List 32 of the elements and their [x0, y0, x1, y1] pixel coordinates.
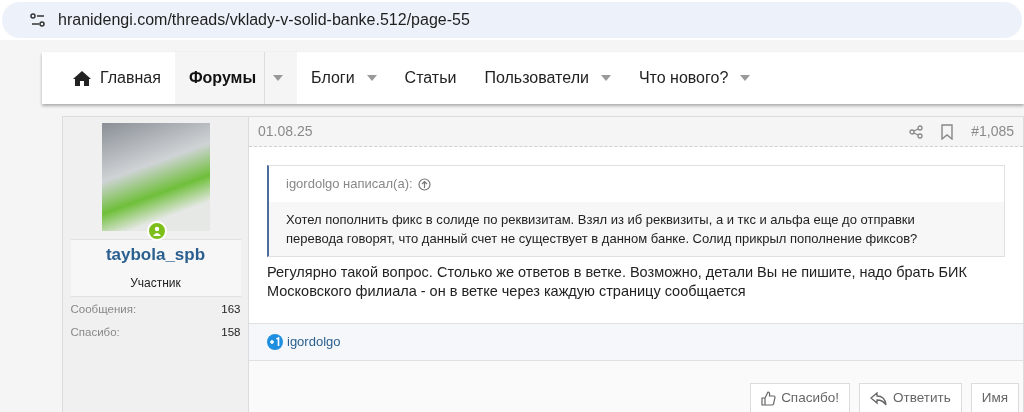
stat-value: 163 — [221, 301, 241, 317]
nav-tab[interactable]: Форумы — [174, 52, 298, 104]
stat-value: 158 — [221, 324, 241, 340]
nav-tab[interactable]: Блоги — [297, 52, 391, 104]
action-button[interactable]: Спасибо! — [750, 383, 850, 412]
nav-tab[interactable]: Пользователи — [470, 52, 625, 104]
caret-icon[interactable] — [600, 75, 611, 81]
nav-tab[interactable]: Главная — [58, 52, 175, 104]
quote-text: Хотел пополнить фикс в солиде по реквизитам. Взял из иб реквизиты, а и ткс и альфа еще до отправки перевода говорят, что данный счет не существует в данном банке. Солид прикрыл пополнение фиксов? — [285, 211, 919, 248]
action-button[interactable]: Ответить — [859, 383, 962, 412]
reaction-user-link[interactable]: igordolgo — [287, 332, 341, 352]
stat-label: Спасибо: — [70, 324, 120, 340]
nav-tab[interactable]: Что нового? — [624, 52, 765, 104]
reply-arrow-icon — [870, 391, 888, 406]
home-icon — [72, 69, 92, 87]
site-settings-icon[interactable] — [30, 13, 46, 27]
action-button[interactable]: Имя — [970, 383, 1019, 412]
username-link[interactable]: taybola_spb — [105, 242, 206, 268]
caret-icon[interactable] — [740, 75, 751, 81]
thumbs-up-icon — [761, 391, 777, 406]
post-body: Регулярно такой вопрос. Столько же ответов в ветке. Возможно, детали Вы не пишите, надо брать БИК Московского филиала - он в ветке через каждую страницу сообщается — [266, 263, 968, 301]
share-icon[interactable] — [909, 124, 924, 139]
nav-tab[interactable]: Статьи — [390, 52, 471, 104]
user-title: Участник — [130, 274, 181, 292]
arrow-up-circle-icon[interactable] — [417, 177, 431, 191]
caret-icon[interactable] — [366, 75, 377, 81]
stat-label: Сообщения: — [70, 301, 137, 317]
address-bar[interactable]: hranidengi.com/threads/vklady-v-solid-banke.512/page-55 — [2, 2, 1022, 38]
plus-one-icon — [267, 334, 283, 350]
bookmark-icon[interactable] — [941, 123, 954, 140]
quote-author: igordolgo написал(а): — [286, 175, 413, 194]
caret-icon[interactable] — [273, 75, 284, 81]
